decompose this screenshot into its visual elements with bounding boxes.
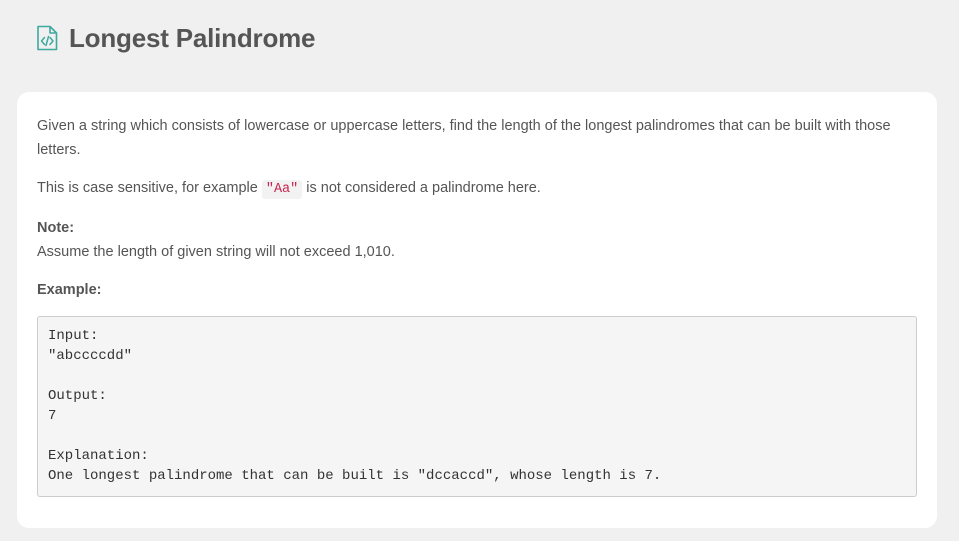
- case-sensitive-text-before: This is case sensitive, for example: [37, 180, 262, 196]
- inline-code-example: "Aa": [261, 180, 303, 199]
- note-text: Assume the length of given string will n…: [37, 244, 395, 260]
- note-label: Note:: [37, 220, 75, 236]
- example-label: Example:: [37, 282, 102, 298]
- page-title: Longest Palindrome: [69, 22, 316, 53]
- code-line: "abccccdd": [48, 348, 133, 364]
- code-line: Explanation:: [48, 448, 149, 464]
- code-document-icon: [36, 25, 58, 51]
- code-line: 7: [48, 408, 57, 424]
- page-header: Longest Palindrome: [36, 22, 316, 54]
- code-line: One longest palindrome that can be built…: [48, 468, 662, 484]
- case-sensitive-note: This is case sensitive, for example "Aa"…: [37, 176, 917, 202]
- problem-card: Given a string which consists of lowerca…: [17, 92, 937, 528]
- case-sensitive-text-after: is not considered a palindrome here.: [302, 180, 541, 196]
- problem-description: Given a string which consists of lowerca…: [37, 118, 891, 158]
- example-code-block: Input: "abccccdd" Output: 7 Explanation:…: [37, 316, 917, 497]
- code-line: Input:: [48, 328, 99, 344]
- code-line: Output:: [48, 388, 107, 404]
